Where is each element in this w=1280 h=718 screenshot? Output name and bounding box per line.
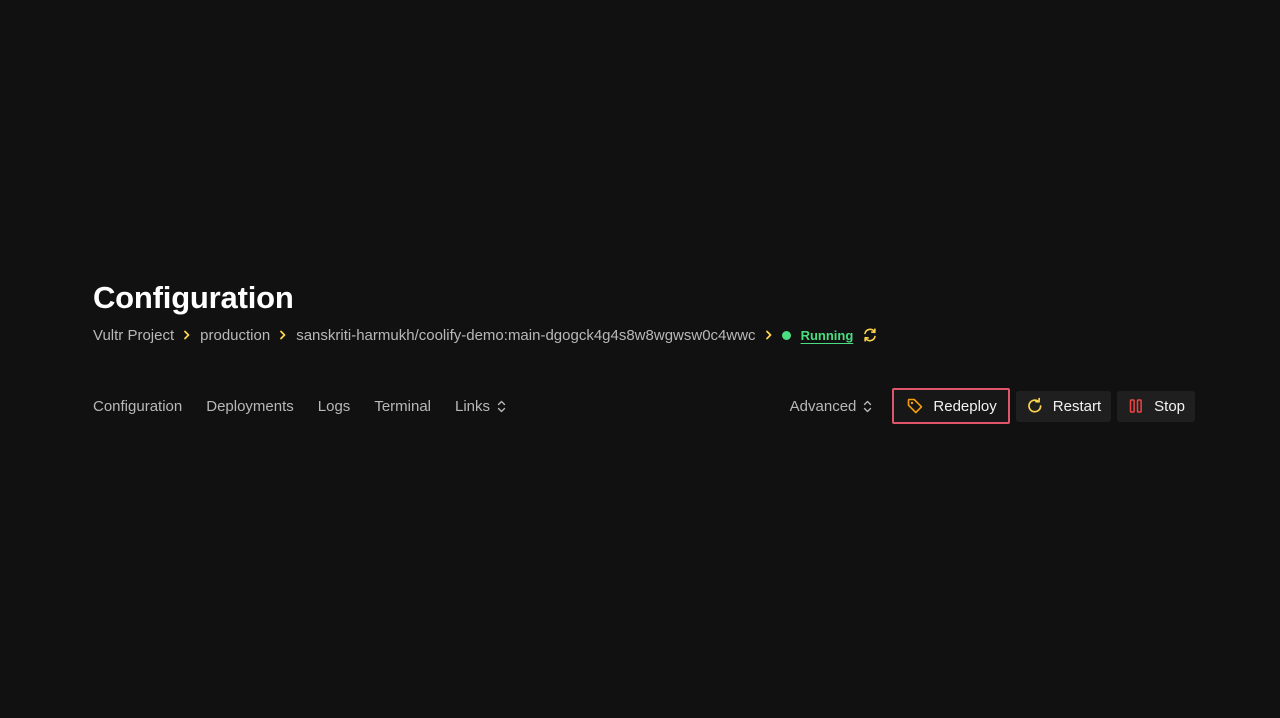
- restart-label: Restart: [1052, 397, 1102, 415]
- tab-terminal[interactable]: Terminal: [374, 398, 431, 415]
- tag-icon: [906, 397, 924, 415]
- restart-icon: [1026, 397, 1044, 415]
- refresh-icon[interactable]: [862, 327, 878, 343]
- tab-deployments[interactable]: Deployments: [206, 398, 294, 415]
- chevron-up-down-icon: [863, 400, 872, 413]
- advanced-dropdown[interactable]: Advanced: [790, 398, 873, 415]
- redeploy-label: Redeploy: [933, 397, 997, 415]
- status-dot-icon: [781, 330, 791, 340]
- redeploy-button[interactable]: Redeploy: [892, 388, 1010, 424]
- breadcrumb-resource[interactable]: sanskriti-harmukh/coolify-demo:main-dgog…: [296, 327, 755, 344]
- chevron-right-icon: [279, 330, 287, 340]
- breadcrumb-project[interactable]: Vultr Project: [93, 327, 174, 344]
- tab-links[interactable]: Links: [455, 398, 506, 415]
- restart-button[interactable]: Restart: [1015, 390, 1112, 422]
- resource-tabs: Configuration Deployments Logs Terminal …: [93, 394, 530, 418]
- chevron-up-down-icon: [497, 400, 506, 413]
- page: Configuration Vultr Project production s…: [0, 0, 1280, 718]
- page-title: Configuration: [93, 280, 294, 315]
- stop-icon: [1127, 397, 1145, 415]
- chevron-right-icon: [183, 330, 191, 340]
- chevron-right-icon: [765, 330, 773, 340]
- advanced-label: Advanced: [789, 397, 857, 415]
- tab-links-label: Links: [455, 397, 491, 415]
- stop-button[interactable]: Stop: [1117, 390, 1195, 422]
- breadcrumb-environment[interactable]: production: [200, 327, 270, 344]
- tab-configuration[interactable]: Configuration: [93, 398, 182, 415]
- resource-actions: Advanced Redeploy Restart Stop: [790, 388, 1195, 424]
- breadcrumb: Vultr Project production sanskriti-harmu…: [93, 324, 878, 346]
- status-badge[interactable]: Running: [801, 328, 854, 343]
- stop-label: Stop: [1154, 397, 1185, 415]
- tab-logs[interactable]: Logs: [318, 398, 351, 415]
